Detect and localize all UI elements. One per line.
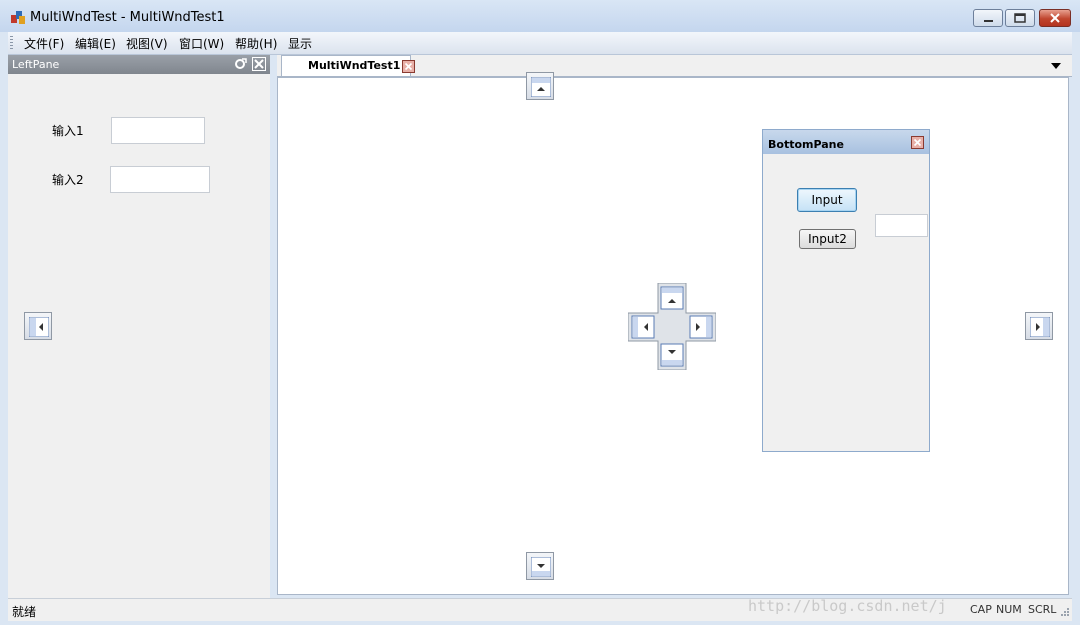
menu-display[interactable]: 显示 — [286, 35, 314, 52]
input2-label: 输入2 — [52, 173, 84, 187]
dock-right-marker-icon[interactable] — [1025, 312, 1053, 340]
bottom-pane[interactable]: BottomPane Input Input2 — [762, 129, 930, 452]
left-pane-close-icon[interactable] — [252, 57, 266, 71]
input1-field[interactable] — [111, 117, 205, 144]
cap-indicator: CAP — [970, 603, 992, 616]
bottom-pane-title: BottomPane — [768, 138, 844, 151]
title-bar: MultiWndTest - MultiWndTest1 — [0, 0, 1080, 32]
minimize-button[interactable] — [973, 9, 1003, 27]
tab-dropdown-icon[interactable] — [1049, 60, 1063, 70]
left-pane-caption: LeftPane — [8, 55, 270, 74]
left-pane: LeftPane 输入1 输入2 — [8, 55, 271, 598]
menu-window[interactable]: 窗口(W) — [177, 35, 226, 52]
pane-splitter[interactable] — [270, 55, 277, 598]
bottom-pane-edit-field[interactable] — [875, 214, 928, 237]
dock-bottom-marker-icon[interactable] — [526, 552, 554, 580]
tab-strip: MultiWndTest1 — [277, 55, 1072, 77]
menu-bar: 文件(F) 编辑(E) 视图(V) 窗口(W) 帮助(H) 显示 — [8, 32, 1072, 55]
dock-left-marker-icon[interactable] — [24, 312, 52, 340]
watermark-text: http://blog.csdn.net/j — [748, 597, 947, 615]
menu-grip — [10, 36, 13, 50]
window-title: MultiWndTest - MultiWndTest1 — [30, 10, 225, 25]
tab-close-icon[interactable] — [402, 60, 415, 73]
app-icon — [10, 9, 26, 25]
dock-center-cross[interactable] — [627, 282, 717, 371]
maximize-button[interactable] — [1005, 9, 1035, 27]
tab-label: MultiWndTest1 — [308, 59, 401, 72]
left-pane-title: LeftPane — [12, 58, 60, 71]
dock-top-marker-icon[interactable] — [526, 72, 554, 100]
menu-help[interactable]: 帮助(H) — [233, 35, 279, 52]
close-button[interactable] — [1039, 9, 1071, 27]
menu-edit[interactable]: 编辑(E) — [73, 35, 118, 52]
bottom-pane-close-icon[interactable] — [911, 136, 924, 149]
scrl-indicator: SCRL — [1028, 603, 1057, 616]
input2-button[interactable]: Input2 — [799, 229, 856, 249]
tab-multiwndtest1[interactable]: MultiWndTest1 — [281, 55, 415, 76]
menu-file[interactable]: 文件(F) — [22, 35, 66, 52]
status-text: 就绪 — [12, 605, 37, 619]
input1-label: 输入1 — [52, 124, 84, 138]
bottom-pane-caption[interactable]: BottomPane — [763, 130, 929, 154]
input2-field[interactable] — [110, 166, 210, 193]
pin-icon[interactable] — [233, 57, 247, 71]
menu-view[interactable]: 视图(V) — [124, 35, 170, 52]
num-indicator: NUM — [996, 603, 1022, 616]
resize-grip-icon[interactable] — [1060, 606, 1070, 616]
input-button[interactable]: Input — [797, 188, 857, 212]
